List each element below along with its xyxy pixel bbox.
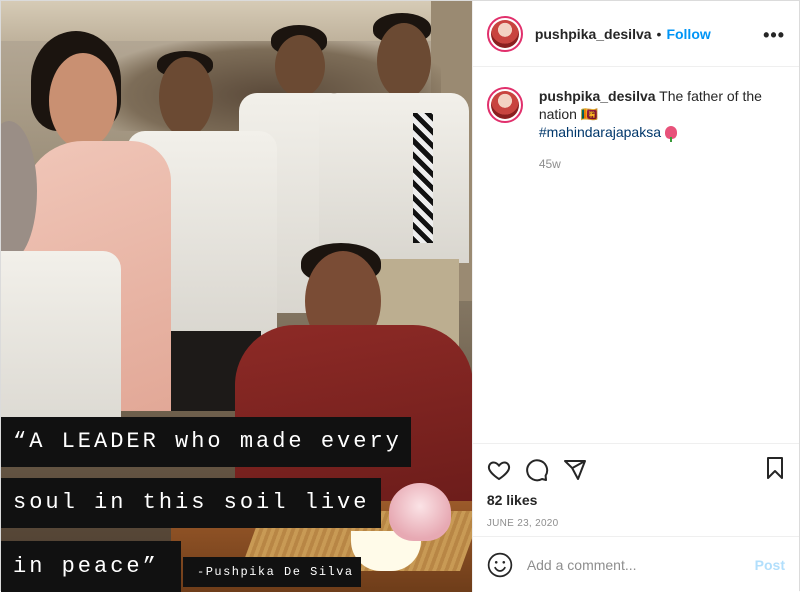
separator-dot: • [656,25,662,42]
avatar-image [490,19,519,48]
post-header: pushpika_desilva • Follow ••• [472,1,799,67]
woman-face [49,53,117,149]
share-icon[interactable] [563,458,587,482]
person-shirt [319,93,469,263]
follow-button[interactable]: Follow [666,26,710,42]
tulip-icon [664,126,677,142]
hashtag-link[interactable]: #mahindarajapaksa [539,124,661,140]
comment-icon[interactable] [525,458,549,482]
instagram-post: “A LEADER who made every soul in this so… [0,0,800,592]
quote-signature: -Pushpika De Silva [183,557,361,587]
caption-avatar[interactable] [486,87,523,123]
person-head [159,57,213,137]
post-photo[interactable]: “A LEADER who made every soul in this so… [1,1,472,592]
header-username[interactable]: pushpika_desilva [535,26,652,42]
quote-line-3: in peace” [1,541,181,592]
caption: pushpika_desilva The father of the natio… [486,87,785,173]
person-head [377,23,431,99]
bookmark-icon[interactable] [763,456,787,480]
avatar[interactable] [486,15,523,52]
action-bar: 82 likes JUNE 23, 2020 [472,443,799,529]
caption-username[interactable]: pushpika_desilva [539,88,656,104]
likes-count[interactable]: 82 likes [487,492,785,508]
quote-line-2: soul in this soil live [1,478,381,528]
caption-text-block: pushpika_desilva The father of the natio… [539,87,785,123]
quote-line-1: “A LEADER who made every [1,417,411,467]
person-head [275,35,325,97]
post-date[interactable]: JUNE 23, 2020 [487,518,785,529]
post-sidebar: pushpika_desilva • Follow ••• pushpika_d… [471,1,799,592]
post-comment-button[interactable]: Post [755,557,785,573]
hashtag-line: #mahindarajapaksa [539,123,785,142]
checkered-tie [413,113,433,243]
caption-time[interactable]: 45w [539,155,785,173]
emoji-icon[interactable] [487,552,513,578]
caption-body: pushpika_desilva The father of the natio… [539,87,785,173]
avatar-image [490,91,519,119]
more-options-icon[interactable]: ••• [763,25,785,46]
lotus-flower [389,483,451,541]
comment-input[interactable] [526,556,755,573]
heart-icon[interactable] [487,458,511,482]
comment-box: Post [472,536,799,592]
action-icons [487,454,785,486]
